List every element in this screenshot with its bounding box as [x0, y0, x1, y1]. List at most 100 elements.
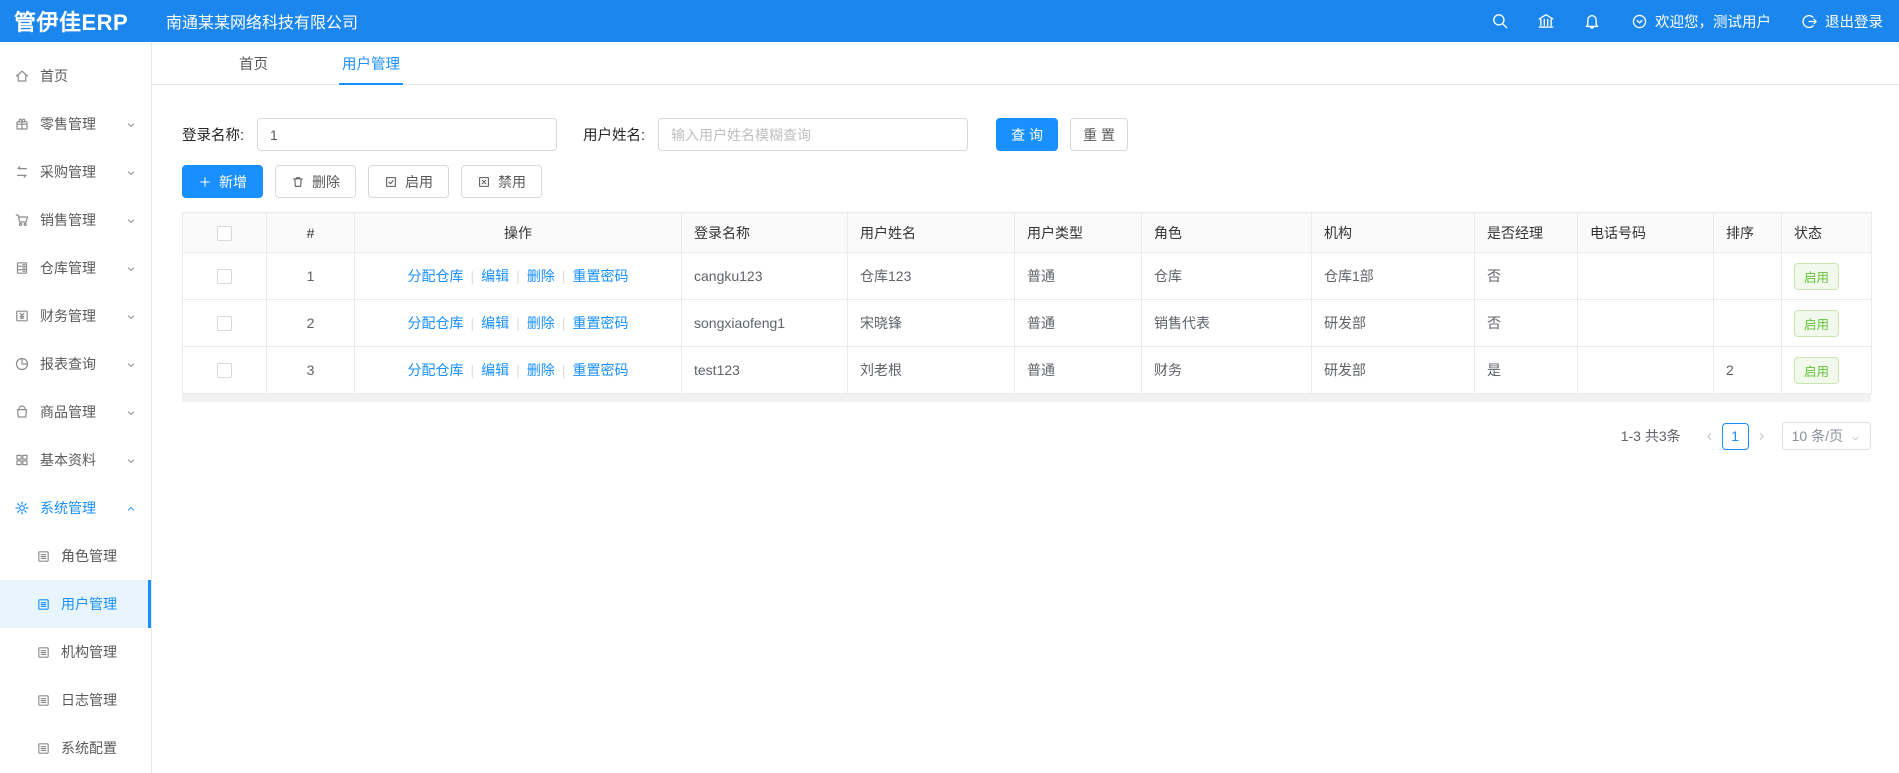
cell-name: 宋晓锋	[847, 299, 1015, 347]
sidebar-item-log-mgmt[interactable]: 日志管理	[0, 676, 151, 724]
sidebar-item-role-mgmt[interactable]: 角色管理	[0, 532, 151, 580]
reset-button[interactable]: 重 置	[1070, 118, 1129, 151]
sidebar-item-home[interactable]: 首页	[0, 52, 151, 100]
row-index: 2	[266, 299, 355, 347]
link-divider: |	[516, 315, 520, 331]
add-label: 新增	[219, 173, 247, 190]
link-divider: |	[470, 315, 475, 331]
search-button[interactable]: 查 询	[996, 118, 1059, 151]
delete-label: 删除	[312, 173, 340, 190]
row-checkbox[interactable]	[217, 316, 232, 332]
sidebar-item-warehouse[interactable]: 仓库管理	[0, 244, 151, 292]
bell-icon[interactable]	[1583, 12, 1601, 30]
link-divider: |	[470, 362, 475, 378]
disable-button[interactable]: 禁用	[461, 165, 542, 198]
col-login-name: 登录名称	[681, 212, 848, 253]
chevron-right-icon[interactable]	[1755, 430, 1768, 443]
cell-login: songxiaofeng1	[681, 299, 848, 347]
chevron-down-icon	[125, 166, 137, 178]
sidebar-item-org-mgmt[interactable]: 机构管理	[0, 628, 151, 676]
table-row: 3 分配仓库 | 编辑 | 删除 | 重置密码 test123 刘老根 普通 财务 研发部 …	[182, 346, 1872, 394]
cell-manager: 否	[1474, 252, 1578, 300]
cell-name: 刘老根	[847, 346, 1015, 394]
page-size-select[interactable]: 10 条/页	[1781, 422, 1871, 450]
delete-link[interactable]: 删除	[527, 362, 555, 378]
tab-bar: 首页 用户管理	[152, 42, 1899, 85]
chevron-left-icon[interactable]	[1703, 430, 1716, 443]
tab-label: 首页	[239, 56, 268, 73]
sidebar-item-report[interactable]: 报表查询	[0, 340, 151, 388]
horizontal-scrollbar[interactable]	[182, 394, 1871, 402]
tab-label: 用户管理	[342, 56, 400, 73]
tab-user-mgmt[interactable]: 用户管理	[339, 42, 403, 85]
assign-warehouse-link[interactable]: 分配仓库	[408, 362, 464, 378]
link-divider: |	[516, 268, 520, 284]
cell-manager: 是	[1474, 346, 1578, 394]
sidebar-item-system[interactable]: 系统管理	[0, 484, 151, 532]
link-divider: |	[516, 362, 520, 378]
row-checkbox[interactable]	[217, 363, 232, 379]
sidebar-item-finance[interactable]: 财务管理	[0, 292, 151, 340]
pagination: 1-3 共3条 1 10 条/页	[182, 422, 1871, 450]
chevron-down-icon	[125, 454, 137, 466]
sidebar-item-label: 零售管理	[40, 116, 96, 132]
table-row: 2 分配仓库 | 编辑 | 删除 | 重置密码 songxiaofeng1 宋晓锋 普通 销…	[182, 299, 1872, 347]
logout-label: 退出登录	[1825, 14, 1883, 31]
edit-link[interactable]: 编辑	[481, 315, 509, 331]
sidebar-item-user-mgmt[interactable]: 用户管理	[0, 580, 151, 628]
sidebar-item-label: 商品管理	[40, 404, 96, 420]
logout-icon	[1801, 13, 1818, 30]
bank-icon[interactable]	[1537, 12, 1555, 30]
list-icon	[36, 549, 51, 564]
gear-icon	[14, 500, 30, 516]
user-menu[interactable]: 欢迎您，测试用户	[1631, 11, 1771, 32]
col-phone: 电话号码	[1577, 212, 1714, 253]
sidebar: 首页 零售管理 采购管理 销售管理 仓库管理 财务管理 报表查询 商品管理 基本…	[0, 42, 152, 773]
chevron-down-icon	[125, 406, 137, 418]
row-checkbox[interactable]	[217, 269, 232, 285]
page-number-button[interactable]: 1	[1721, 422, 1749, 450]
edit-link[interactable]: 编辑	[481, 268, 509, 284]
reset-password-link[interactable]: 重置密码	[572, 268, 628, 284]
col-index: #	[266, 212, 355, 253]
delete-button[interactable]: 删除	[275, 165, 356, 198]
user-name-input[interactable]	[658, 118, 969, 151]
col-sort: 排序	[1713, 212, 1782, 253]
sidebar-item-retail[interactable]: 零售管理	[0, 100, 151, 148]
goods-bag-icon	[14, 404, 30, 420]
search-icon[interactable]	[1491, 12, 1509, 30]
select-all-checkbox[interactable]	[217, 225, 232, 241]
reset-password-link[interactable]: 重置密码	[572, 362, 628, 378]
sidebar-item-sys-config[interactable]: 系统配置	[0, 724, 151, 772]
delete-link[interactable]: 删除	[527, 268, 555, 284]
cell-type: 普通	[1014, 252, 1142, 300]
sidebar-item-purchase[interactable]: 采购管理	[0, 148, 151, 196]
x-square-icon	[477, 175, 491, 189]
sidebar-item-basic[interactable]: 基本资料	[0, 436, 151, 484]
cell-phone	[1577, 346, 1714, 394]
pagination-total: 1-3 共3条	[1620, 428, 1681, 444]
plus-icon	[198, 175, 212, 189]
edit-link[interactable]: 编辑	[481, 362, 509, 378]
sidebar-item-goods[interactable]: 商品管理	[0, 388, 151, 436]
warehouse-icon	[14, 260, 30, 276]
sidebar-item-sales[interactable]: 销售管理	[0, 196, 151, 244]
cell-type: 普通	[1014, 299, 1142, 347]
cell-phone	[1577, 252, 1714, 300]
reset-password-link[interactable]: 重置密码	[572, 315, 628, 331]
purchase-icon	[14, 164, 30, 180]
logout-button[interactable]: 退出登录	[1801, 11, 1883, 32]
assign-warehouse-link[interactable]: 分配仓库	[408, 315, 464, 331]
add-button[interactable]: 新增	[182, 165, 263, 198]
assign-warehouse-link[interactable]: 分配仓库	[408, 268, 464, 284]
sidebar-item-label: 报表查询	[40, 356, 96, 372]
app-header: 管伊佳ERP 南通某某网络科技有限公司 欢迎您，测试用户 退出登录	[0, 0, 1899, 42]
cell-org: 仓库1部	[1311, 252, 1475, 300]
login-name-input[interactable]	[257, 118, 558, 151]
cell-role: 销售代表	[1141, 299, 1312, 347]
delete-link[interactable]: 删除	[527, 315, 555, 331]
tab-home[interactable]: 首页	[236, 42, 271, 84]
status-badge: 启用	[1794, 356, 1840, 384]
page-size-value: 10 条/页	[1791, 428, 1843, 444]
enable-button[interactable]: 启用	[368, 165, 449, 198]
